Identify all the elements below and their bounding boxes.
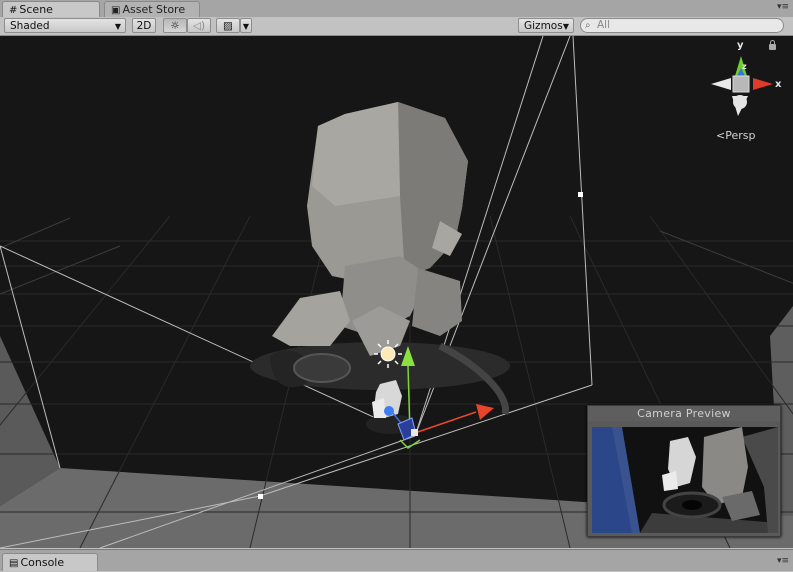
lock-icon[interactable] — [769, 40, 776, 50]
axis-label-y: y — [737, 40, 744, 51]
axis-label-z: z — [742, 62, 747, 71]
frustum-handle[interactable] — [258, 494, 263, 499]
tab-console-label: Console — [20, 556, 65, 569]
panel-menu-icon[interactable]: ▾≡ — [777, 556, 789, 566]
image-icon: ▨ — [223, 20, 233, 32]
search-placeholder: All — [597, 19, 611, 31]
search-icon: ⌕ — [585, 20, 591, 31]
gizmos-dropdown[interactable]: Gizmos ▼ — [518, 18, 574, 33]
camera-preview-image — [592, 427, 778, 533]
z-axis-handle[interactable] — [384, 406, 394, 416]
frustum-handle[interactable] — [578, 192, 583, 197]
2d-toggle-label: 2D — [136, 20, 152, 32]
camera-preview-panel: Camera Preview — [587, 405, 781, 537]
chevron-down-icon: ▼ — [114, 22, 121, 31]
gizmos-label: Gizmos — [524, 20, 563, 32]
chevron-down-icon: ▼ — [242, 22, 250, 31]
camera-preview-title: Camera Preview — [588, 406, 780, 421]
console-icon: ▤ — [9, 558, 19, 569]
robot-model — [272, 102, 468, 356]
scene-lighting-toggle[interactable]: ☼ — [163, 18, 187, 33]
speaker-icon: ◁) — [192, 20, 206, 32]
scene-viewport[interactable]: y z x <Persp Camera Preview — [0, 36, 793, 548]
scene-audio-toggle[interactable]: ◁) — [187, 18, 211, 33]
shading-mode-value: Shaded — [10, 20, 50, 32]
projection-label: Persp — [725, 129, 756, 142]
scene-effects-toggle[interactable]: ▨ — [216, 18, 240, 33]
bottom-tab-bar: ▤ Console ▾≡ — [0, 549, 793, 571]
tab-scene-label: Scene — [19, 3, 53, 16]
2d-toggle-button[interactable]: 2D — [132, 18, 156, 33]
tab-asset-store[interactable]: ▣ Asset Store — [104, 1, 200, 17]
scene-search-input[interactable]: ⌕ All — [580, 18, 784, 33]
persp-icon: < — [716, 129, 726, 142]
scene-toolbar: Shaded ▼ 2D ☼ ◁) ▨ ▼ Gizmos ▼ ⌕ All — [0, 17, 793, 36]
tab-asset-store-label: Asset Store — [122, 3, 186, 16]
shading-mode-dropdown[interactable]: Shaded ▼ — [4, 18, 126, 33]
robot-base — [293, 353, 351, 383]
effects-dropdown[interactable]: ▼ — [240, 18, 252, 33]
tab-console[interactable]: ▤ Console — [2, 553, 98, 571]
chevron-down-icon: ▼ — [562, 22, 569, 31]
bag-icon: ▣ — [111, 5, 121, 16]
editor-tab-bar: # Scene ▣ Asset Store ▾≡ — [0, 0, 793, 18]
sun-icon: ☼ — [170, 20, 180, 32]
x-axis-handle[interactable] — [476, 404, 494, 420]
grid-icon: # — [9, 5, 18, 16]
tab-scene[interactable]: # Scene — [2, 1, 100, 17]
panel-menu-icon[interactable]: ▾≡ — [777, 2, 789, 12]
projection-toggle[interactable]: <Persp — [716, 129, 755, 142]
axis-label-x: x — [775, 79, 782, 90]
